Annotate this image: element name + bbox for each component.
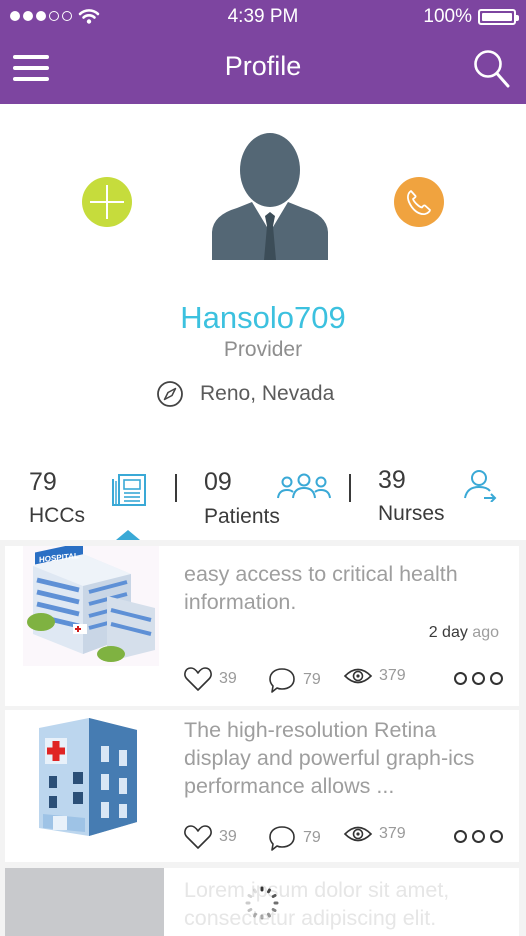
add-contact-button[interactable] (82, 177, 132, 227)
age-unit: ago (472, 624, 499, 641)
heart-icon (184, 825, 212, 849)
comment-icon (269, 826, 295, 851)
stat-divider (349, 474, 351, 502)
profile-username: Hansolo709 (180, 300, 346, 335)
age-value: 2 day (428, 624, 468, 641)
comment-button[interactable]: 79 (267, 666, 321, 694)
document-icon (112, 474, 146, 506)
hospital-building-image: HOSPITAL (23, 546, 159, 666)
avatar (212, 133, 328, 260)
stat-divider (175, 474, 177, 502)
stat-nurses[interactable]: 39 Nurses (354, 460, 524, 530)
views-counter: 379 (343, 666, 406, 686)
comment-count: 79 (303, 829, 321, 846)
page-title: Profile (224, 51, 302, 81)
stat-patients-label: Patients (204, 505, 280, 528)
comment-button[interactable]: 79 (267, 824, 321, 852)
feed-list: HOSPITAL easy access to critical health … (0, 540, 526, 936)
like-count: 39 (219, 828, 237, 845)
comment-icon (269, 668, 295, 693)
like-button[interactable]: 39 (183, 824, 237, 850)
view-count: 379 (379, 667, 406, 684)
eye-icon (343, 668, 373, 684)
feed-card[interactable]: HOSPITAL easy access to critical health … (5, 546, 519, 706)
more-options-button[interactable] (454, 672, 503, 685)
profile-screen: 4:39 PM 100% Profile Hansolo709 Provider… (0, 0, 526, 936)
stat-patients[interactable]: 09 Patients (180, 460, 350, 530)
battery-percentage: 100% (423, 6, 472, 27)
feed-card-text: The high-resolution Retina display and p… (184, 718, 475, 798)
search-icon[interactable] (472, 48, 512, 90)
feed-card-age: 2 day ago (429, 624, 499, 642)
call-button[interactable] (394, 177, 444, 227)
stat-hccs-label: HCCs (29, 504, 85, 527)
feed-card-actions: 39 79 379 (183, 666, 503, 696)
loading-spinner-icon (245, 886, 279, 920)
more-options-button[interactable] (454, 830, 503, 843)
views-counter: 379 (343, 824, 406, 844)
profile-role: Provider (223, 338, 303, 361)
phone-icon (407, 190, 431, 215)
user-arrow-icon (464, 470, 497, 502)
image-placeholder (5, 868, 164, 936)
top-bar: 4:39 PM 100% Profile (0, 0, 526, 104)
feed-card-text: easy access to critical health informati… (184, 562, 458, 614)
location-text: Reno, Nevada (200, 382, 335, 405)
stat-hccs-count: 79 (29, 468, 57, 496)
group-icon (277, 473, 331, 499)
stat-hccs[interactable]: 79 HCCs (0, 460, 170, 530)
compass-icon (157, 381, 183, 407)
feed-card-text: Lorem ipsum dolor sit amet, consectetur … (184, 878, 450, 930)
feed-card[interactable]: The high-resolution Retina display and p… (5, 710, 519, 862)
feed-card-actions: 39 79 379 (183, 824, 503, 854)
eye-icon (343, 826, 373, 842)
hospital-building-image (39, 718, 137, 836)
heart-icon (184, 667, 212, 691)
battery-icon (478, 9, 519, 25)
profile-location: Reno, Nevada (156, 380, 334, 408)
status-bar: 4:39 PM 100% (0, 0, 526, 34)
view-count: 379 (379, 825, 406, 842)
stat-patients-count: 09 (204, 468, 232, 496)
stat-nurses-label: Nurses (378, 502, 445, 525)
stat-nurses-count: 39 (378, 466, 406, 494)
stats-bar: 79 HCCs 09 Patients 39 Nurses (0, 460, 526, 540)
like-button[interactable]: 39 (183, 666, 237, 692)
comment-count: 79 (303, 671, 321, 688)
active-tab-indicator (116, 530, 140, 540)
like-count: 39 (219, 670, 237, 687)
